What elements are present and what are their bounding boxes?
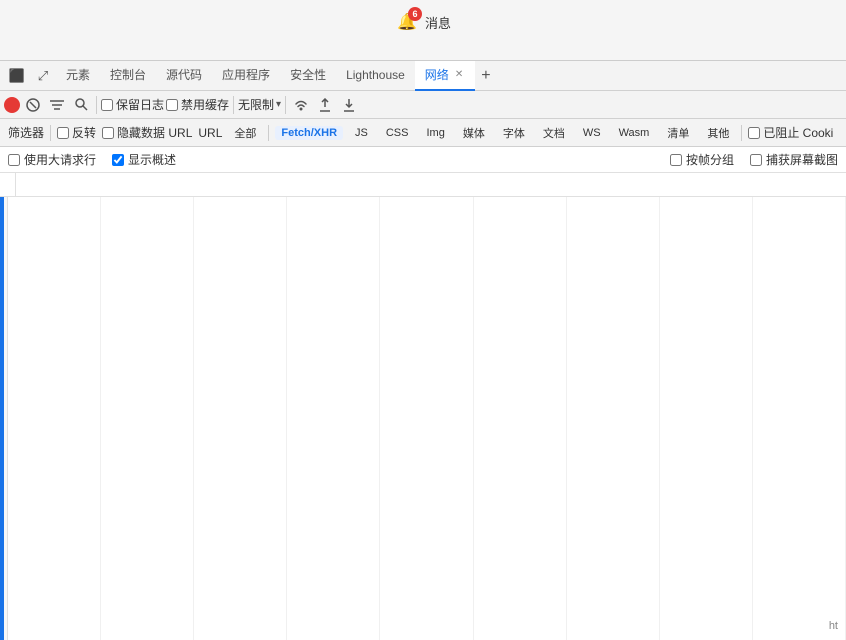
toolbar-separator-1 [96, 96, 97, 114]
timeline-grid-lines [8, 197, 846, 640]
filter-all-button[interactable]: 全部 [228, 124, 262, 142]
filter-bar-sep-2 [268, 125, 269, 141]
options-right: 按帧分组 捕获屏幕截图 [670, 151, 838, 168]
capture-screenshot-checkbox[interactable]: 捕获屏幕截图 [750, 151, 838, 168]
filter-toggle-button[interactable] [46, 94, 68, 116]
devtools-panel: ⬛ ⤢ 元素 控制台 源代码 应用程序 安全性 Lighthouse 网络 ✕ … [0, 60, 846, 640]
toolbar-separator-3 [285, 96, 286, 114]
dock-button[interactable]: ⬛ [4, 63, 30, 89]
preserve-log-checkbox[interactable]: 保留日志 [101, 96, 164, 113]
timeline-area [0, 197, 846, 640]
tab-sources[interactable]: 源代码 [156, 61, 212, 91]
blocked-cookies-input[interactable] [748, 127, 760, 139]
search-button[interactable] [70, 94, 92, 116]
large-rows-checkbox[interactable]: 使用大请求行 [8, 151, 96, 168]
clear-icon [26, 98, 40, 112]
tab-elements[interactable]: 元素 [56, 61, 100, 91]
throttle-label: 无限制 [238, 96, 274, 113]
timeline-header: 5 ms 10 ms 15 ms 20 ms 25 ms 30 ms 35 ms… [0, 173, 846, 197]
disable-cache-checkbox[interactable]: 禁用缓存 [166, 96, 229, 113]
filter-icon [50, 99, 64, 111]
hide-data-url-checkbox[interactable]: 隐藏数据 URL [102, 124, 192, 141]
filter-js-button[interactable]: JS [349, 126, 374, 140]
grid-cell-8 [660, 197, 753, 640]
filter-wasm-button[interactable]: Wasm [613, 126, 656, 140]
search-icon [75, 98, 88, 111]
grid-cell-4 [287, 197, 380, 640]
filter-manifest-button[interactable]: 清单 [661, 124, 695, 142]
tab-lighthouse[interactable]: Lighthouse [336, 61, 415, 91]
filter-fetch-xhr-button[interactable]: Fetch/XHR [275, 126, 343, 140]
throttle-dropdown-arrow[interactable]: ▾ [276, 99, 281, 110]
filter-doc-button[interactable]: 文档 [537, 124, 571, 142]
group-by-frame-input[interactable] [670, 154, 682, 166]
filter-label: 筛选器 [8, 124, 44, 141]
grid-cell-1 [8, 197, 101, 640]
tab-console[interactable]: 控制台 [100, 61, 156, 91]
group-by-frame-checkbox[interactable]: 按帧分组 [670, 151, 734, 168]
record-button[interactable] [4, 97, 20, 113]
invert-checkbox[interactable]: 反转 [57, 124, 96, 141]
download-icon [343, 98, 355, 112]
tab-security[interactable]: 安全性 [280, 61, 336, 91]
notification-area: 🔔 6 消息 [395, 10, 451, 34]
undock-button[interactable]: ⤢ [30, 63, 56, 89]
wifi-icon [294, 98, 308, 112]
overview-input[interactable] [112, 154, 124, 166]
filter-css-button[interactable]: CSS [380, 126, 415, 140]
options-bar: 使用大请求行 显示概述 按帧分组 捕获屏幕截图 [0, 147, 846, 173]
filter-ws-button[interactable]: WS [577, 126, 607, 140]
add-tab-button[interactable]: + [475, 67, 496, 85]
grid-cell-5 [380, 197, 473, 640]
options-left: 使用大请求行 显示概述 [8, 151, 176, 168]
toolbar-separator-2 [233, 96, 234, 114]
corner-text: ht [829, 620, 838, 632]
filter-font-button[interactable]: 字体 [497, 124, 531, 142]
wifi-button[interactable] [290, 94, 312, 116]
invert-input[interactable] [57, 127, 69, 139]
notification-bell[interactable]: 🔔 6 [395, 10, 419, 34]
timeline-left-spacer [8, 173, 16, 196]
timeline-left-panel [0, 197, 8, 640]
grid-cell-2 [101, 197, 194, 640]
overview-checkbox[interactable]: 显示概述 [112, 151, 176, 168]
grid-cell-9 [753, 197, 846, 640]
filter-bar-sep-1 [50, 125, 51, 141]
grid-cell-3 [194, 197, 287, 640]
notification-badge: 6 [408, 7, 422, 21]
capture-screenshot-input[interactable] [750, 154, 762, 166]
export-button[interactable] [338, 94, 360, 116]
notification-label: 消息 [425, 13, 451, 32]
upload-icon [319, 98, 331, 112]
hide-data-url-input[interactable] [102, 127, 114, 139]
grid-cell-7 [567, 197, 660, 640]
filter-other-button[interactable]: 其他 [701, 124, 735, 142]
import-button[interactable] [314, 94, 336, 116]
grid-cell-6 [474, 197, 567, 640]
tab-bar: ⬛ ⤢ 元素 控制台 源代码 应用程序 安全性 Lighthouse 网络 ✕ … [0, 61, 846, 91]
tab-application[interactable]: 应用程序 [212, 61, 280, 91]
tab-network[interactable]: 网络 ✕ [415, 61, 475, 91]
large-rows-input[interactable] [8, 154, 20, 166]
network-toolbar: 保留日志 禁用缓存 无限制 ▾ [0, 91, 846, 119]
clear-button[interactable] [22, 94, 44, 116]
network-content [0, 197, 846, 640]
url-filter-label: URL [198, 126, 222, 140]
filter-bar: 筛选器 反转 隐藏数据 URL URL 全部 Fetch/XHR JS CSS … [0, 119, 846, 147]
filter-bar-sep-3 [741, 125, 742, 141]
filter-img-button[interactable]: Img [420, 126, 450, 140]
filter-media-button[interactable]: 媒体 [457, 124, 491, 142]
blocked-cookies-checkbox[interactable]: 已阻止 Cooki [748, 124, 833, 141]
disable-cache-input[interactable] [166, 99, 178, 111]
timeline-right-panel [8, 197, 846, 640]
preserve-log-input[interactable] [101, 99, 113, 111]
tab-close-network[interactable]: ✕ [453, 67, 465, 82]
left-indicator [0, 197, 4, 640]
